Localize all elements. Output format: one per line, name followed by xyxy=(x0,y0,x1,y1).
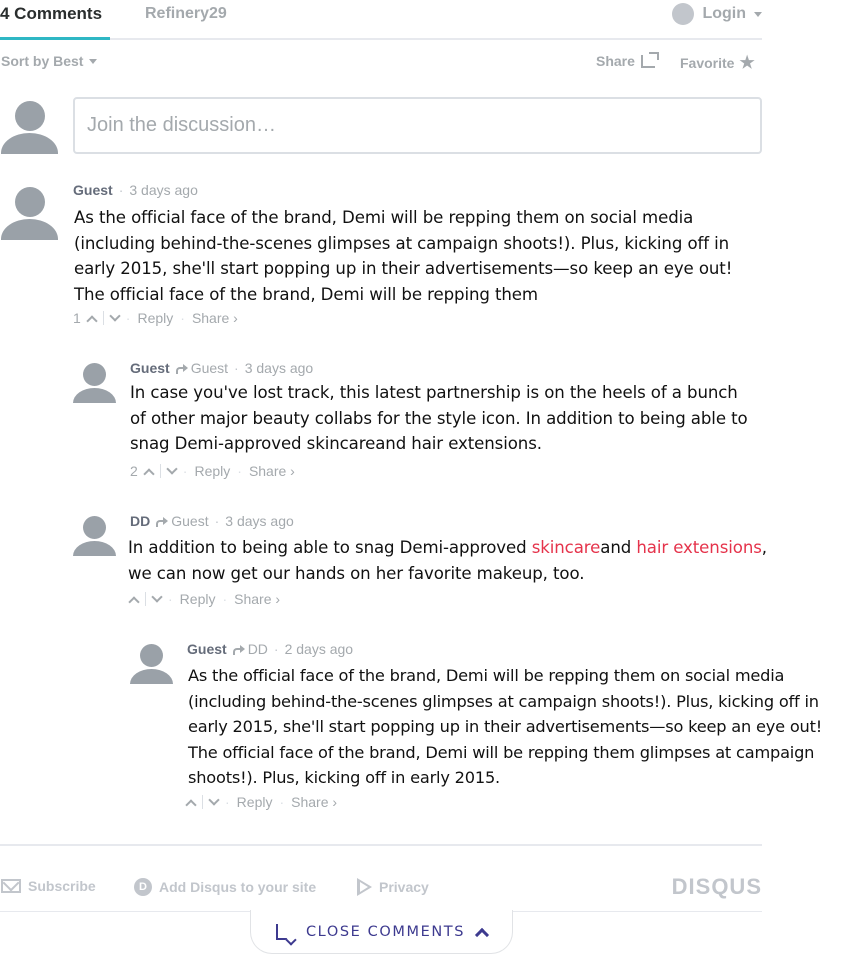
add-disqus-link[interactable]: D Add Disqus to your site xyxy=(134,878,316,896)
favorite-button[interactable]: Favorite ★ xyxy=(680,53,755,73)
privacy-icon xyxy=(357,878,372,896)
star-icon: ★ xyxy=(739,53,755,72)
comment-author[interactable]: Guest xyxy=(130,360,170,376)
sort-toolbar: Sort by Best Share Favorite ★ xyxy=(0,51,762,73)
hair-extensions-link[interactable]: hair extensions xyxy=(636,538,762,557)
avatar[interactable] xyxy=(73,360,116,403)
avatar xyxy=(1,97,58,154)
skincare-link[interactable]: skincare xyxy=(532,538,601,557)
comment-body: In case you've lost track, this latest p… xyxy=(130,383,748,453)
sort-label: Sort by Best xyxy=(1,53,84,69)
share-icon xyxy=(640,51,659,68)
comment-body: As the official face of the brand, Demi … xyxy=(74,208,733,304)
comment-author[interactable]: Guest xyxy=(73,182,113,198)
subscribe-link[interactable]: Subscribe xyxy=(1,878,96,894)
close-comments-label: CLOSE COMMENTS xyxy=(305,923,466,940)
comment-body: As the official face of the brand, Demi … xyxy=(188,666,823,787)
compose-box[interactable] xyxy=(73,97,762,154)
comment-author[interactable]: Guest xyxy=(187,641,227,657)
reply-to-user[interactable]: Guest xyxy=(171,513,208,529)
login-button[interactable]: Login xyxy=(672,3,762,25)
comment-meta: Guest · 3 days ago xyxy=(73,182,198,198)
comment-actions: · Reply · Share › xyxy=(185,794,337,811)
caret-down-icon xyxy=(754,11,762,17)
comment-meta: Guest Guest · 3 days ago xyxy=(130,360,314,376)
share-link[interactable]: Share › xyxy=(234,591,280,607)
comment-input[interactable] xyxy=(75,99,760,152)
avatar[interactable] xyxy=(130,641,173,684)
disqus-logo[interactable]: DISQUS xyxy=(672,874,762,900)
tab-comments[interactable]: 4 Comments xyxy=(0,4,110,40)
chevron-up-icon xyxy=(474,927,490,942)
reply-arrow-icon xyxy=(175,363,188,374)
login-label: Login xyxy=(702,5,746,22)
vote-count: 1 xyxy=(73,310,81,326)
downvote-icon[interactable] xyxy=(208,794,220,806)
reply-button[interactable]: Reply xyxy=(180,591,216,607)
comment-actions: · Reply · Share › xyxy=(128,591,280,608)
disqus-d-icon: D xyxy=(134,878,152,896)
comment-actions: 1 · Reply · Share › xyxy=(73,310,238,327)
upvote-icon[interactable] xyxy=(185,798,197,811)
share-link[interactable]: Share › xyxy=(291,794,337,810)
comment-meta: DD Guest · 3 days ago xyxy=(130,513,294,529)
comment-meta: Guest DD · 2 days ago xyxy=(187,641,354,657)
caret-down-icon xyxy=(89,58,98,64)
reply-to-user[interactable]: DD xyxy=(248,641,268,657)
reply-to-user[interactable]: Guest xyxy=(191,360,228,376)
downvote-icon[interactable] xyxy=(109,310,121,322)
reply-button[interactable]: Reply xyxy=(137,310,173,326)
share-link[interactable]: Share › xyxy=(249,463,295,479)
envelope-icon xyxy=(1,879,21,893)
downvote-icon[interactable] xyxy=(166,463,178,475)
reply-button[interactable]: Reply xyxy=(237,794,273,810)
subscribe-label: Subscribe xyxy=(28,878,96,894)
privacy-link[interactable]: Privacy xyxy=(357,878,429,896)
avatar[interactable] xyxy=(73,513,116,556)
comment-time[interactable]: 3 days ago xyxy=(245,360,314,376)
reply-button[interactable]: Reply xyxy=(194,463,230,479)
vote-count: 2 xyxy=(130,463,138,479)
sort-dropdown[interactable]: Sort by Best xyxy=(1,53,98,69)
tab-site[interactable]: Refinery29 xyxy=(145,5,227,23)
comment-actions: 2 · Reply · Share › xyxy=(130,463,295,480)
share-thread-button[interactable]: Share xyxy=(596,51,659,69)
avatar[interactable] xyxy=(1,183,58,240)
user-avatar-icon xyxy=(672,3,695,25)
top-nav: 4 Comments Refinery29 Login xyxy=(0,0,762,40)
comment-time[interactable]: 3 days ago xyxy=(129,182,198,198)
upvote-icon[interactable] xyxy=(128,595,140,608)
favorite-label: Favorite xyxy=(680,55,735,71)
comment-time[interactable]: 2 days ago xyxy=(285,641,354,657)
share-link[interactable]: Share › xyxy=(192,310,238,326)
comment-author[interactable]: DD xyxy=(130,513,150,529)
reply-arrow-icon xyxy=(232,644,245,655)
close-comments-button[interactable]: CLOSE COMMENTS xyxy=(250,910,513,954)
downvote-icon[interactable] xyxy=(151,591,163,603)
privacy-label: Privacy xyxy=(379,879,429,895)
add-disqus-label: Add Disqus to your site xyxy=(159,879,317,895)
comment-body: In addition to being able to snag Demi-a… xyxy=(128,538,767,583)
upvote-icon[interactable] xyxy=(86,314,98,327)
comment-bubble-icon xyxy=(275,923,294,940)
share-label: Share xyxy=(596,53,635,69)
disqus-footer: Subscribe D Add Disqus to your site Priv… xyxy=(0,844,762,912)
upvote-icon[interactable] xyxy=(143,467,155,480)
reply-arrow-icon xyxy=(156,516,169,527)
comment-time[interactable]: 3 days ago xyxy=(225,513,294,529)
